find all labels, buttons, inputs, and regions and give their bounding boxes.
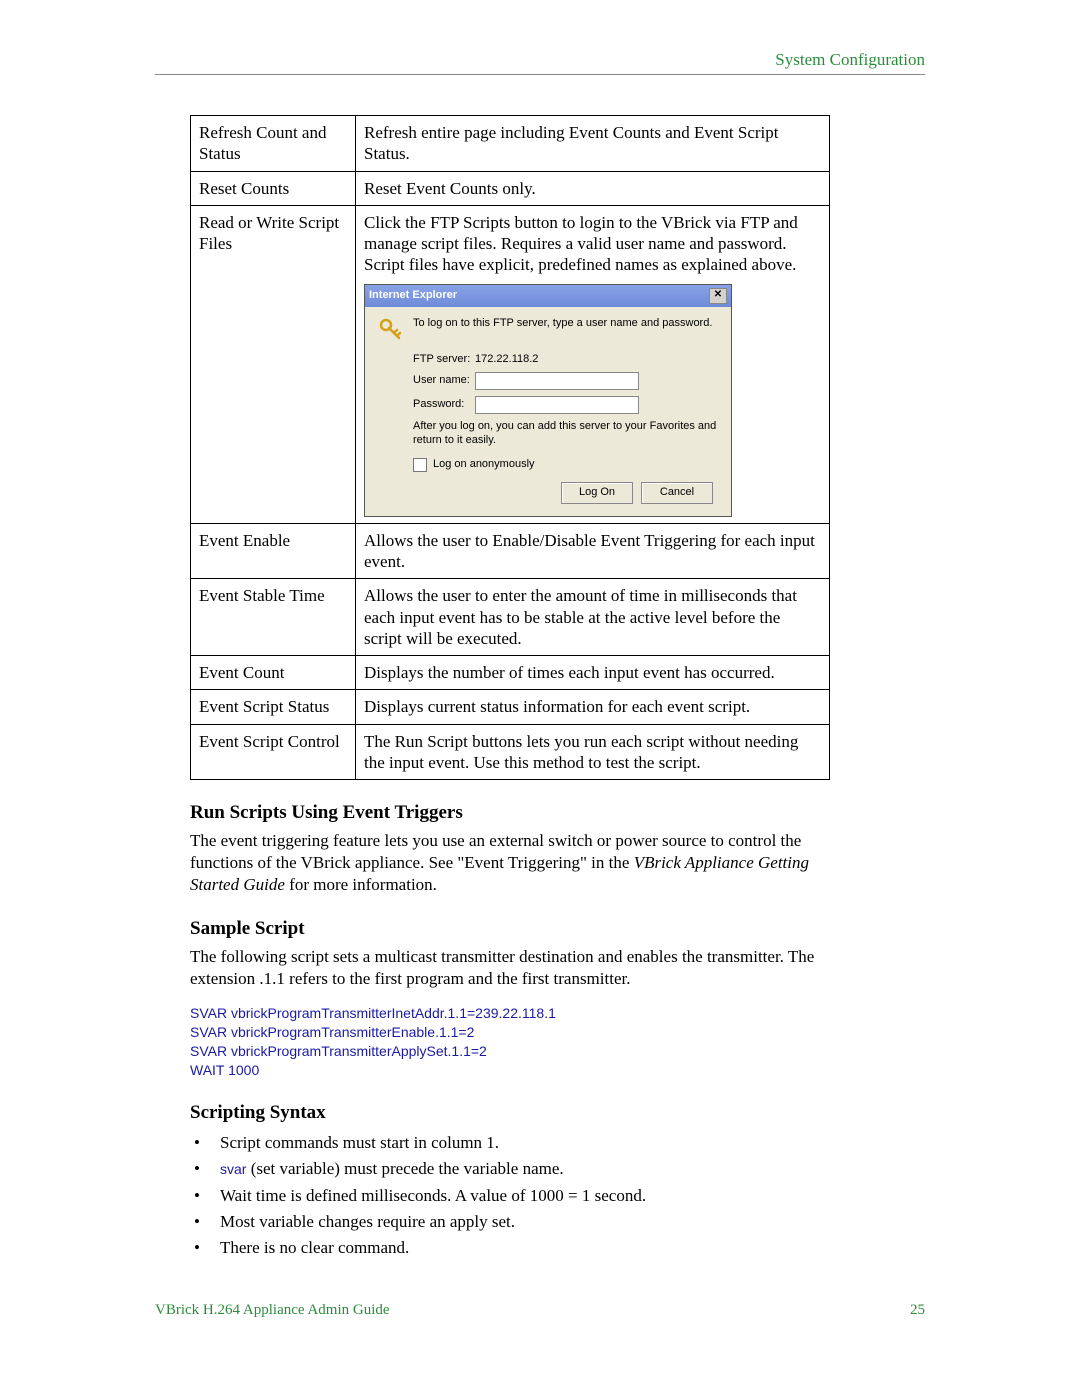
list-item: Script commands must start in column 1. [220, 1130, 840, 1156]
anonymous-checkbox[interactable] [413, 458, 427, 472]
section-paragraph: The following script sets a multicast tr… [190, 946, 830, 990]
keys-icon [377, 317, 405, 345]
footer-guide-title: VBrick H.264 Appliance Admin Guide [155, 1302, 390, 1319]
username-label: User name: [413, 374, 475, 388]
dialog-titlebar: Internet Explorer ✕ [365, 285, 731, 307]
table-row: Event Enable Allows the user to Enable/D… [191, 523, 830, 579]
logon-button[interactable]: Log On [561, 482, 633, 504]
password-label: Password: [413, 398, 475, 412]
page-footer: VBrick H.264 Appliance Admin Guide 25 [155, 1302, 925, 1319]
section-heading-run-scripts: Run Scripts Using Event Triggers [190, 802, 925, 824]
syntax-list: Script commands must start in column 1. … [190, 1130, 840, 1262]
cell-desc: The Run Script buttons lets you run each… [356, 724, 830, 780]
text: (set variable) must precede the variable… [246, 1159, 563, 1178]
section-heading-sample-script: Sample Script [190, 918, 925, 940]
section-heading-scripting-syntax: Scripting Syntax [190, 1102, 925, 1124]
dialog-intro: To log on to this FTP server, type a use… [413, 317, 712, 331]
cell-desc: Refresh entire page including Event Coun… [356, 116, 830, 172]
cell-name: Event Count [191, 656, 356, 690]
cell-name: Event Stable Time [191, 579, 356, 656]
cell-name: Reset Counts [191, 171, 356, 205]
cell-name: Event Enable [191, 523, 356, 579]
anonymous-label: Log on anonymously [433, 458, 535, 472]
cell-desc: Allows the user to Enable/Disable Event … [356, 523, 830, 579]
text: for more information. [285, 875, 437, 894]
cell-name: Event Script Status [191, 690, 356, 724]
cell-name: Read or Write Script Files [191, 205, 356, 523]
ftp-login-dialog: Internet Explorer ✕ To log on to this [364, 284, 732, 517]
username-field[interactable] [475, 372, 639, 390]
table-row: Refresh Count and Status Refresh entire … [191, 116, 830, 172]
footer-page-number: 25 [910, 1302, 925, 1319]
table-row: Event Script Status Displays current sta… [191, 690, 830, 724]
cell-desc: Click the FTP Scripts button to login to… [356, 205, 830, 523]
code-inline: svar [220, 1161, 246, 1177]
dialog-note: After you log on, you can add this serve… [413, 420, 719, 448]
list-item: There is no clear command. [220, 1235, 840, 1261]
cell-desc: Allows the user to enter the amount of t… [356, 579, 830, 656]
table-row: Reset Counts Reset Event Counts only. [191, 171, 830, 205]
ftp-server-value: 172.22.118.2 [475, 353, 538, 367]
ftp-server-label: FTP server: [413, 353, 475, 367]
cell-desc: Displays the number of times each input … [356, 656, 830, 690]
close-icon[interactable]: ✕ [709, 288, 727, 304]
cell-desc-text: Click the FTP Scripts button to login to… [364, 213, 798, 275]
table-row: Read or Write Script Files Click the FTP… [191, 205, 830, 523]
list-item: svar (set variable) must precede the var… [220, 1156, 840, 1182]
sample-script-code: SVAR vbrickProgramTransmitterInetAddr.1.… [190, 1004, 925, 1080]
cell-name: Refresh Count and Status [191, 116, 356, 172]
page-header: System Configuration [155, 50, 925, 75]
cancel-button[interactable]: Cancel [641, 482, 713, 504]
header-section-link: System Configuration [775, 50, 925, 70]
table-row: Event Script Control The Run Script butt… [191, 724, 830, 780]
table-row: Event Count Displays the number of times… [191, 656, 830, 690]
description-table: Refresh Count and Status Refresh entire … [190, 115, 830, 780]
cell-desc: Reset Event Counts only. [356, 171, 830, 205]
list-item: Most variable changes require an apply s… [220, 1209, 840, 1235]
password-field[interactable] [475, 396, 639, 414]
section-paragraph: The event triggering feature lets you us… [190, 830, 830, 896]
list-item: Wait time is defined milliseconds. A val… [220, 1183, 840, 1209]
dialog-title: Internet Explorer [369, 289, 457, 303]
cell-desc: Displays current status information for … [356, 690, 830, 724]
table-row: Event Stable Time Allows the user to ent… [191, 579, 830, 656]
cell-name: Event Script Control [191, 724, 356, 780]
